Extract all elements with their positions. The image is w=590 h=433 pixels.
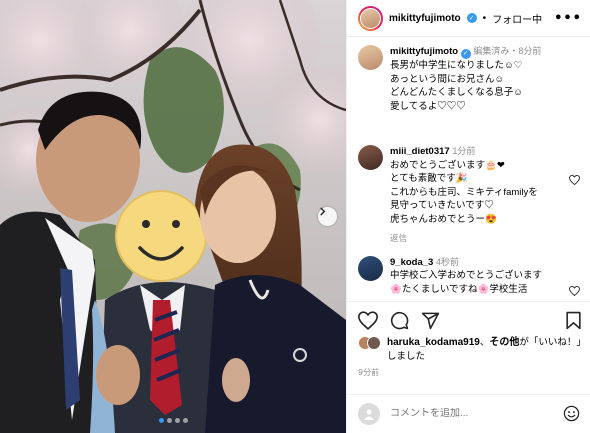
caption: mikittyfujimoto ✓ 編集済み・8分前 長男が中学生になりました☺… xyxy=(358,45,580,113)
caption-line: あっという間にお兄さん☺︎ xyxy=(390,73,505,85)
reply-button[interactable]: 返信 xyxy=(390,232,576,246)
commenter-avatar[interactable] xyxy=(358,145,383,171)
share-icon[interactable] xyxy=(421,311,440,330)
commenter-username[interactable]: 9_koda_3 xyxy=(390,257,433,268)
comment-input[interactable] xyxy=(390,408,553,420)
add-comment-bar xyxy=(347,393,590,433)
likes-summary: haruka_kodama919、その他が「いいね！」しました xyxy=(358,336,582,363)
separator-dot: • xyxy=(482,12,487,24)
author-avatar[interactable] xyxy=(358,45,383,71)
carousel-dots xyxy=(0,418,346,423)
comment-time: 1分前 xyxy=(452,146,476,157)
comment-like-heart-icon[interactable] xyxy=(569,285,580,296)
verified-badge-icon: ✓ xyxy=(466,13,477,24)
post-side-panel: mikittyfujimoto ✓ • フォロー中 ••• mikittyfuj… xyxy=(346,0,590,433)
caption-line: 長男が中学生になりました☺︎♡ xyxy=(390,60,523,72)
verified-badge-icon: ✓ xyxy=(460,49,471,60)
post-photo xyxy=(0,0,346,433)
caption-line: どんどんたくましくなる息子☺︎ xyxy=(390,87,523,99)
commenter-username[interactable]: miii_diet0317 xyxy=(390,146,450,157)
comment-line: 虎ちゃんおめでとうー😍 xyxy=(390,213,497,225)
carousel-dot xyxy=(158,418,164,423)
comment-item: 9_koda_3 4秒前 中学校ご入学おめでとうございます 🌸たくましいですね🌸… xyxy=(358,255,580,297)
comment-line: 🌸たくましいですね🌸学校生活 xyxy=(390,283,528,295)
commenter-avatar[interactable] xyxy=(358,255,383,281)
bookmark-icon[interactable] xyxy=(565,311,582,330)
post-time: 9分前 xyxy=(358,368,380,378)
caption-meta: 編集済み・8分前 xyxy=(473,46,542,57)
more-options-button[interactable]: ••• xyxy=(554,11,582,26)
post-header: mikittyfujimoto ✓ • フォロー中 ••• xyxy=(347,0,590,38)
caption-line: 愛してるよ♡♡♡ xyxy=(390,100,466,112)
user-avatar xyxy=(358,402,380,425)
comments-list[interactable]: mikittyfujimoto ✓ 編集済み・8分前 長男が中学生になりました☺… xyxy=(347,37,590,301)
emoji-icon[interactable] xyxy=(563,405,580,422)
heart-icon[interactable] xyxy=(358,311,378,330)
chevron-right-icon xyxy=(320,207,326,216)
comment-icon[interactable] xyxy=(390,311,409,330)
comment-line: これからも庄司、ミキティfamilyを xyxy=(390,186,538,198)
photo-illustration xyxy=(0,0,346,433)
author-username[interactable]: mikittyfujimoto xyxy=(389,13,461,24)
likes-others-link[interactable]: その他 xyxy=(489,337,519,348)
carousel-next-button[interactable] xyxy=(318,207,337,226)
comment-line: おめでとうございます🎂❤ xyxy=(390,159,505,171)
carousel-dot xyxy=(166,418,172,423)
comment-time: 4秒前 xyxy=(435,256,459,267)
follow-status-button[interactable]: フォロー中 xyxy=(492,11,542,26)
comment-like-heart-icon[interactable] xyxy=(569,175,580,186)
comment-line: 中学校ご入学おめでとうございます xyxy=(390,270,543,282)
likes-text: 、 xyxy=(479,337,490,349)
comment-item: miii_diet0317 1分前 おめでとうございます🎂❤ とても素敵です🎉 … xyxy=(358,145,580,246)
caption-username[interactable]: mikittyfujimoto xyxy=(390,46,458,57)
carousel-dot xyxy=(174,418,180,423)
liker-username[interactable]: haruka_kodama919 xyxy=(387,337,480,348)
comment-line: 見守っていきたいです♡ xyxy=(390,200,494,212)
author-avatar[interactable] xyxy=(358,5,383,31)
comment-line: とても素敵です🎉 xyxy=(390,173,468,185)
carousel-dot xyxy=(182,418,188,423)
user-silhouette-icon xyxy=(364,409,374,420)
liker-avatars xyxy=(358,336,381,363)
post-actions: haruka_kodama919、その他が「いいね！」しました 9分前 xyxy=(347,301,590,393)
